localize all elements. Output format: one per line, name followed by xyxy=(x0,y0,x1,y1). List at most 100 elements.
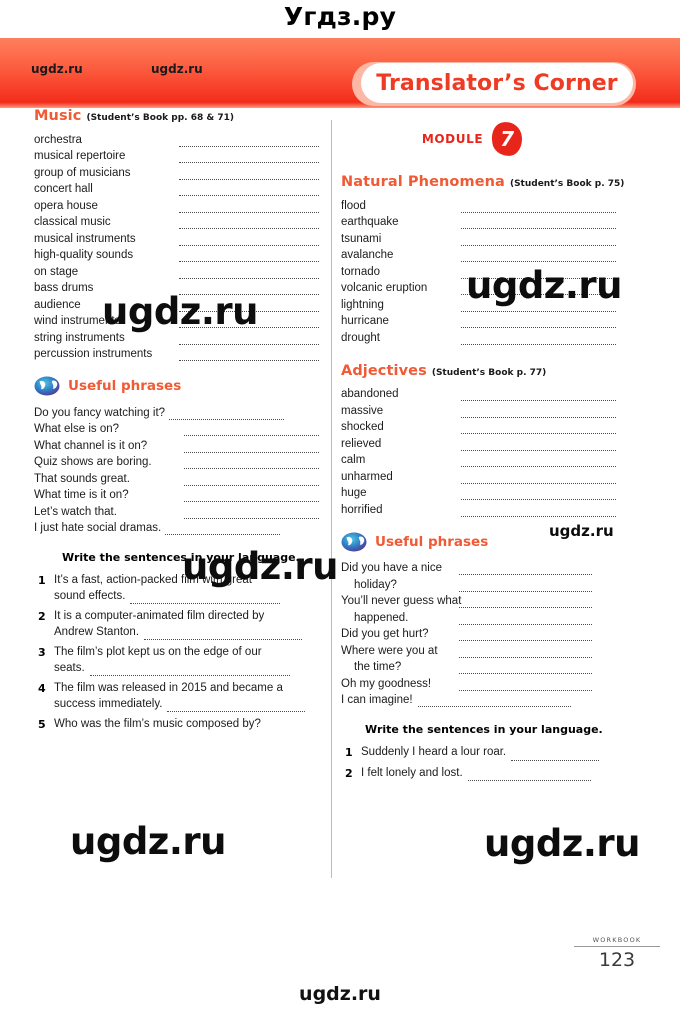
exercise-line: It is a computer-animated film directed … xyxy=(54,609,324,625)
answer-line[interactable] xyxy=(179,217,319,229)
vocab-word: concert hall xyxy=(34,183,93,195)
module-label: MODULE xyxy=(421,132,484,146)
answer-line[interactable] xyxy=(461,234,616,246)
header-watermark-left: ugdz.ru xyxy=(31,62,83,76)
answer-line[interactable] xyxy=(461,406,616,418)
answer-line[interactable] xyxy=(461,422,616,434)
answer-line[interactable] xyxy=(167,700,306,712)
answer-line[interactable] xyxy=(467,769,591,781)
vocab-row: wind instruments xyxy=(34,312,324,328)
translators-corner-banner: Translator’s Corner xyxy=(361,63,633,103)
answer-line[interactable] xyxy=(184,490,319,502)
answer-line[interactable] xyxy=(179,234,319,246)
answer-line[interactable] xyxy=(459,646,592,658)
answer-line[interactable] xyxy=(461,389,616,401)
vocab-word: string instruments xyxy=(34,331,125,344)
answer-line[interactable] xyxy=(459,596,592,608)
adjectives-heading: Adjectives (Student’s Book p. 77) xyxy=(341,363,641,379)
vocab-word: drought xyxy=(341,331,381,344)
answer-line[interactable] xyxy=(459,580,592,592)
exercise-text: The film’s plot kept us on the edge of o… xyxy=(54,646,262,658)
answer-line[interactable] xyxy=(179,135,319,147)
right-useful-phrases-heading: Useful phrases xyxy=(341,531,641,553)
phrase-row: Quiz shows are boring. xyxy=(34,453,324,469)
vocab-row: musical instruments xyxy=(34,229,324,246)
footer-label: WORKBOOK xyxy=(574,936,660,947)
answer-line[interactable] xyxy=(459,613,592,625)
exercise-body: The film’s plot kept us on the edge of o… xyxy=(54,645,324,676)
answer-line[interactable] xyxy=(89,664,290,676)
exercise-text: I felt lonely and lost. xyxy=(361,766,463,779)
right-write-instruction: Write the sentences in your language. xyxy=(365,723,603,736)
exercise-number: 5 xyxy=(38,718,46,731)
phrase-text: Let’s watch that. xyxy=(34,505,117,518)
exercise-number: 1 xyxy=(38,574,46,587)
answer-line[interactable] xyxy=(184,457,319,469)
answer-line[interactable] xyxy=(184,507,319,519)
speech-bubbles-icon xyxy=(34,375,60,397)
vocab-row: avalanche xyxy=(341,246,641,262)
answer-line[interactable] xyxy=(461,333,616,345)
vocab-word: classical music xyxy=(34,216,111,228)
exercise-text: seats. xyxy=(54,661,85,674)
answer-line[interactable] xyxy=(165,523,281,535)
answer-line[interactable] xyxy=(179,168,319,180)
vocab-word: musical instruments xyxy=(34,232,136,245)
answer-line[interactable] xyxy=(511,749,600,761)
answer-line[interactable] xyxy=(461,472,616,484)
exercise-text: success immediately. xyxy=(54,697,163,710)
answer-line[interactable] xyxy=(461,217,616,229)
answer-line[interactable] xyxy=(184,474,319,486)
answer-line[interactable] xyxy=(184,441,319,453)
left-exercise-list: 1 It’s a fast, action-packed film with g… xyxy=(34,573,324,733)
answer-line[interactable] xyxy=(459,679,592,691)
answer-line[interactable] xyxy=(179,283,319,295)
answer-line[interactable] xyxy=(461,488,616,500)
exercise-line: success immediately. xyxy=(54,697,324,712)
answer-line[interactable] xyxy=(459,563,592,575)
vocab-word: high-quality sounds xyxy=(34,249,134,261)
answer-line[interactable] xyxy=(179,184,319,196)
vocab-row: massive xyxy=(341,401,641,418)
vocab-word: tornado xyxy=(341,265,381,278)
answer-line[interactable] xyxy=(179,201,319,213)
answer-line[interactable] xyxy=(461,267,616,279)
vocab-word: flood xyxy=(341,199,366,212)
answer-line[interactable] xyxy=(459,629,592,641)
answer-line[interactable] xyxy=(179,267,319,279)
answer-line[interactable] xyxy=(461,455,616,467)
vocab-word: audience xyxy=(34,298,81,311)
exercise-item: 2 I felt lonely and lost. xyxy=(341,766,641,781)
phrase-text: happened. xyxy=(354,611,409,624)
music-reference: (Student’s Book pp. 68 & 71) xyxy=(86,113,234,123)
answer-line[interactable] xyxy=(461,505,616,517)
answer-line[interactable] xyxy=(461,250,616,262)
answer-line[interactable] xyxy=(461,283,616,295)
vocab-row: volcanic eruption xyxy=(341,279,641,295)
answer-line[interactable] xyxy=(179,151,319,163)
answer-line[interactable] xyxy=(179,316,319,328)
phrase-text: Did you get hurt? xyxy=(341,628,429,640)
exercise-text: Suddenly I heard a lour roar. xyxy=(361,746,507,758)
vocab-word: orchestra xyxy=(34,133,82,146)
answer-line[interactable] xyxy=(461,316,616,328)
answer-line[interactable] xyxy=(461,201,616,213)
answer-line[interactable] xyxy=(179,349,319,361)
exercise-text: It’s a fast, action-packed film with gre… xyxy=(54,574,252,586)
vocab-word: avalanche xyxy=(341,249,394,261)
answer-line[interactable] xyxy=(179,250,319,262)
left-useful-phrases-title: Useful phrases xyxy=(68,378,182,394)
answer-line[interactable] xyxy=(179,300,319,312)
vocab-word: horrified xyxy=(341,503,383,516)
answer-line[interactable] xyxy=(461,300,616,312)
vocab-row: concert hall xyxy=(34,180,324,196)
answer-line[interactable] xyxy=(459,662,592,674)
answer-line[interactable] xyxy=(179,333,319,345)
vocab-row: shocked xyxy=(341,418,641,434)
answer-line[interactable] xyxy=(184,424,319,436)
answer-line[interactable] xyxy=(417,695,571,707)
answer-line[interactable] xyxy=(461,439,616,451)
answer-line[interactable] xyxy=(169,408,285,420)
answer-line[interactable] xyxy=(130,592,281,604)
answer-line[interactable] xyxy=(144,628,303,640)
